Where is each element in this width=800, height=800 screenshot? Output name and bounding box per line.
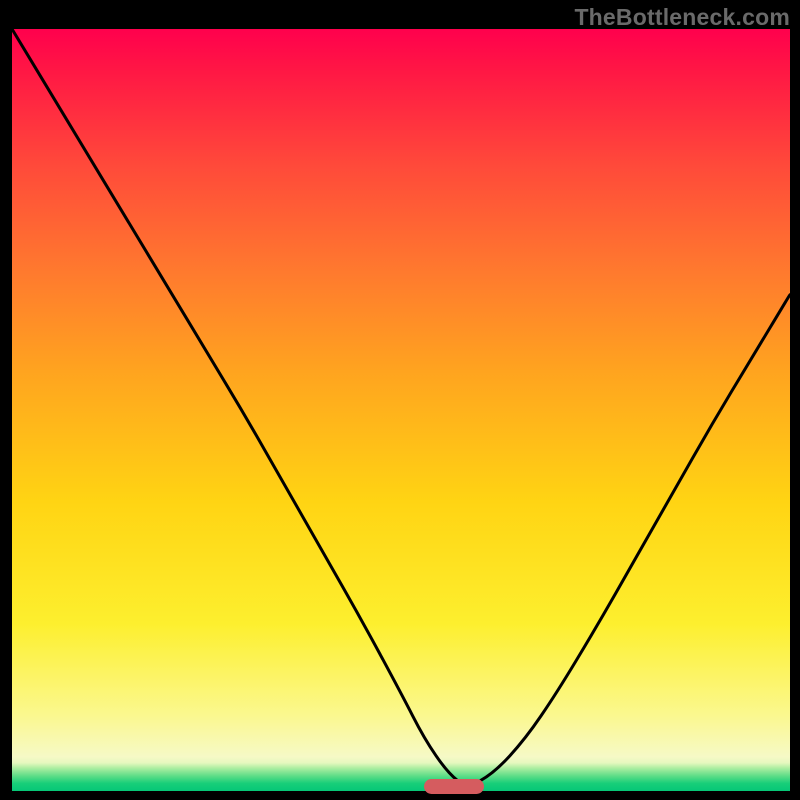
curve-path — [12, 29, 790, 784]
watermark-text: TheBottleneck.com — [574, 4, 790, 31]
chart-frame: TheBottleneck.com — [0, 0, 800, 800]
plot-area — [12, 29, 790, 791]
optimal-marker-chip — [424, 779, 484, 794]
bottleneck-curve — [12, 29, 790, 791]
